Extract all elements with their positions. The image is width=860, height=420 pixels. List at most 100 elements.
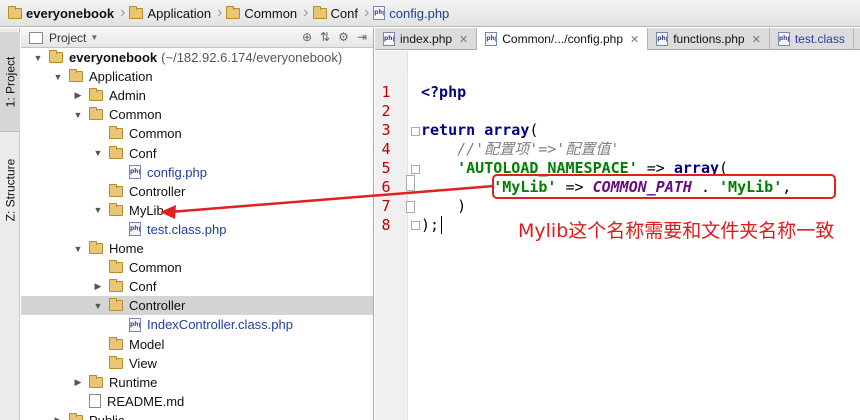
close-tab-icon[interactable]: ✕ <box>630 33 639 46</box>
line-number: 5 <box>381 159 391 177</box>
code-line-3: return array( <box>421 121 539 139</box>
php-file-icon: php <box>373 6 386 20</box>
project-tool-tab-label: 1: Project <box>3 56 18 107</box>
tree-item[interactable]: ▼ Home <box>21 239 373 258</box>
tree-item-label: Public <box>89 413 124 420</box>
editor-tab-label: test.class <box>794 32 845 46</box>
tree-item-label: MyLib <box>129 202 164 218</box>
hide-panel-icon[interactable]: ⇥ <box>357 30 367 44</box>
breadcrumb-label: Conf <box>330 5 358 21</box>
view-dropdown-icon[interactable]: ▼ <box>90 33 98 42</box>
structure-tool-tab-label: Z: Structure <box>3 158 17 222</box>
highlight-box <box>492 174 836 199</box>
expanded-arrow-icon[interactable]: ▼ <box>73 244 83 254</box>
tree-item-label: Application <box>89 69 153 85</box>
tree-item[interactable]: ▼ Common <box>21 105 373 124</box>
project-panel-header: Project ▼ ⊕ ⇅ ⚙ ⇥ <box>21 28 373 48</box>
expanded-arrow-icon[interactable]: ▼ <box>93 148 103 158</box>
tree-item[interactable]: php IndexController.class.php <box>21 315 373 334</box>
fold-marker-icon[interactable] <box>406 201 415 213</box>
project-tool-tab[interactable]: 1: Project <box>0 32 20 132</box>
editor-tab[interactable]: php Common/.../config.php ✕ <box>477 28 649 50</box>
line-number: 4 <box>381 140 391 158</box>
locate-icon[interactable]: ⊕ <box>302 30 312 44</box>
folder-icon <box>89 88 103 102</box>
tree-item[interactable]: README.md <box>21 392 373 411</box>
line-number: 1 <box>381 83 391 101</box>
expanded-arrow-icon[interactable]: ▼ <box>93 301 103 311</box>
tree-item[interactable]: Controller <box>21 182 373 201</box>
php-file-icon: php <box>777 32 790 46</box>
folder-icon <box>109 202 123 216</box>
tree-item[interactable]: ▼ Controller <box>21 296 373 316</box>
collapsed-arrow-icon[interactable]: ▶ <box>73 377 83 388</box>
expanded-arrow-icon[interactable]: ▼ <box>93 205 103 215</box>
folder-icon <box>109 183 123 197</box>
php-file-icon: php <box>656 32 669 46</box>
tree-item[interactable]: ▼ everyonebook (~/182.92.6.174/everyoneboo… <box>21 48 373 67</box>
tree-item[interactable]: php test.class.php <box>21 220 373 239</box>
folder-icon <box>226 5 241 19</box>
collapsed-arrow-icon[interactable]: ▶ <box>53 415 63 420</box>
editor-tab-label: index.php <box>400 32 453 46</box>
folder-icon <box>129 5 144 19</box>
fold-marker-icon[interactable] <box>411 127 420 136</box>
close-tab-icon[interactable]: ✕ <box>752 33 761 46</box>
collapse-all-icon[interactable]: ⇅ <box>320 30 330 44</box>
tree-item-label: Common <box>129 126 182 142</box>
breadcrumb-item[interactable]: phpconfig.php <box>371 0 453 27</box>
chevron-right-icon: › <box>120 4 126 21</box>
tool-window-strip: 1: Project Z: Structure <box>0 28 20 420</box>
folder-icon <box>89 374 103 388</box>
editor-tab[interactable]: php test.class <box>770 28 854 50</box>
collapsed-arrow-icon[interactable]: ▶ <box>93 281 103 292</box>
tree-item[interactable]: Common <box>21 124 373 143</box>
php-file-icon: php <box>129 317 141 332</box>
code-line-4: //'配置项'=>'配置值' <box>421 140 620 158</box>
chevron-right-icon: › <box>363 4 370 21</box>
editor-tab[interactable]: php functions.php ✕ <box>648 28 770 50</box>
text-caret <box>441 216 443 234</box>
tree-item[interactable]: ▶ Conf <box>21 277 373 296</box>
close-tab-icon[interactable]: ✕ <box>459 33 468 46</box>
php-file-icon: php <box>485 32 498 46</box>
fold-marker-icon[interactable] <box>406 175 415 191</box>
tree-item[interactable]: ▶ Runtime <box>21 373 373 392</box>
tree-item-label: README.md <box>107 393 185 409</box>
tree-item[interactable]: ▼ Application <box>21 67 373 86</box>
fold-marker-icon[interactable] <box>411 165 420 174</box>
php-file-icon: php <box>129 165 141 180</box>
tree-item[interactable]: Common <box>21 258 373 277</box>
tree-item[interactable]: View <box>21 354 373 373</box>
tree-item[interactable]: php config.php <box>21 163 373 182</box>
tree-item[interactable]: ▶ Public <box>21 411 373 420</box>
tree-item[interactable]: ▶ Admin <box>21 86 373 105</box>
expanded-arrow-icon[interactable]: ▼ <box>73 110 83 120</box>
collapsed-arrow-icon[interactable]: ▶ <box>73 90 83 101</box>
tree-item[interactable]: ▼ Conf <box>21 144 373 163</box>
structure-tool-tab[interactable]: Z: Structure <box>0 140 20 240</box>
project-view-icon <box>29 31 43 44</box>
code-line-7: ) <box>421 197 467 215</box>
tree-item-label: Controller <box>129 298 186 314</box>
tree-item[interactable]: ▼ MyLib <box>21 201 373 220</box>
breadcrumb-item[interactable]: Conf <box>311 0 362 27</box>
indent-guide <box>407 70 408 420</box>
line-number: 8 <box>381 216 391 234</box>
breadcrumb-item[interactable]: Application <box>127 0 215 27</box>
editor-tab[interactable]: php index.php ✕ <box>375 28 478 50</box>
tree-item-label: View <box>129 355 157 371</box>
code-line-1: <?php <box>421 83 467 101</box>
breadcrumb-label: config.php <box>389 5 450 21</box>
tree-item-label: Conf <box>129 279 157 295</box>
tree-item-path: (~/182.92.6.174/everyonebook) <box>161 50 343 65</box>
expanded-arrow-icon[interactable]: ▼ <box>53 72 63 82</box>
breadcrumb-item[interactable]: Common <box>224 0 301 27</box>
breadcrumb-item[interactable]: everyonebook <box>6 0 118 27</box>
expanded-arrow-icon[interactable]: ▼ <box>33 53 43 63</box>
tree-item[interactable]: Model <box>21 335 373 354</box>
fold-marker-icon[interactable] <box>411 221 420 230</box>
settings-gear-icon[interactable]: ⚙ <box>338 30 349 44</box>
project-panel-tools: ⊕ ⇅ ⚙ ⇥ <box>302 30 367 44</box>
folder-icon <box>109 355 123 369</box>
